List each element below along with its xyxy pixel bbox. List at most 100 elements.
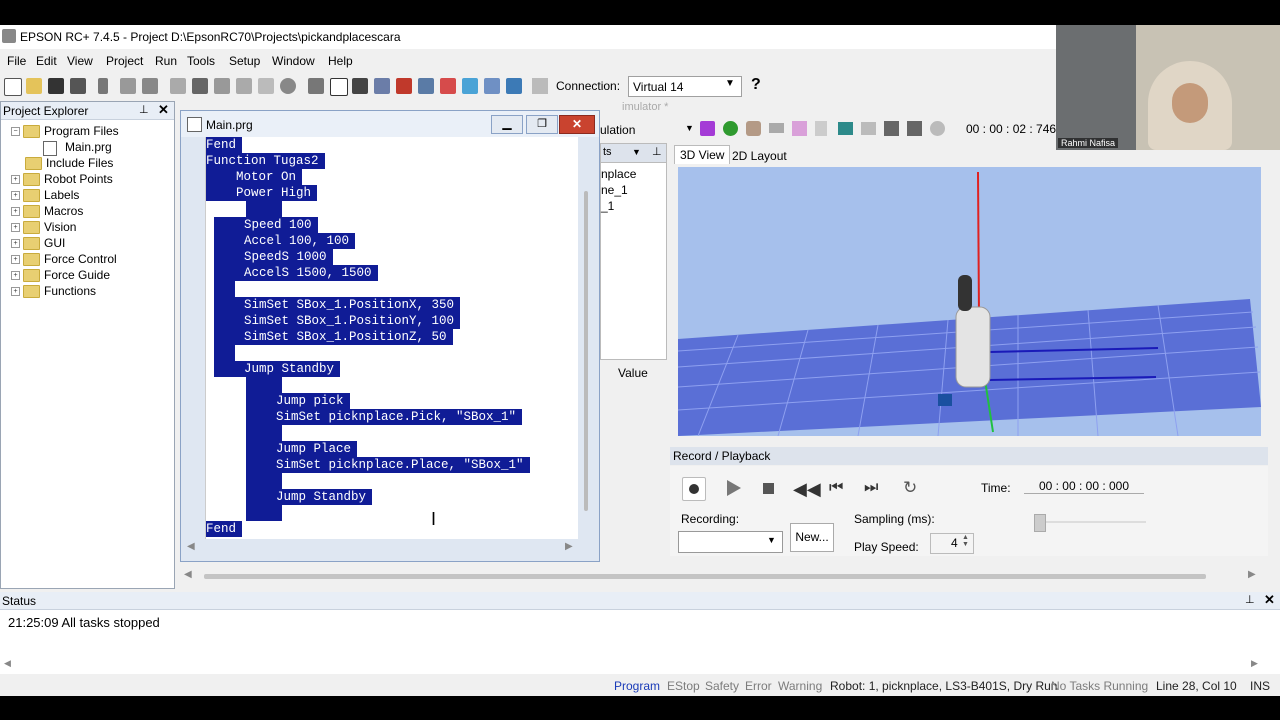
minimize-button[interactable]: ▁ [491,115,523,134]
pin-icon[interactable]: ⊥ [1245,593,1255,606]
vertical-scrollbar[interactable] [584,191,588,511]
open-folder-icon[interactable] [26,78,42,94]
robot-manager-icon[interactable] [374,78,390,94]
scroll-right-icon[interactable]: ▶ [1251,658,1258,669]
menu-help[interactable]: Help [328,54,353,68]
pin-icon[interactable]: ⊥ [139,103,149,116]
menu-setup[interactable]: Setup [229,54,260,68]
menu-project[interactable]: Project [106,54,143,68]
scroll-right-icon[interactable]: ▶ [1248,569,1256,580]
tab-3d-view[interactable]: 3D View [674,145,731,164]
tree-labels[interactable]: + Labels [11,188,79,204]
expand-icon[interactable]: + [11,239,20,249]
copy-icon[interactable] [120,78,136,94]
horizontal-scrollbar[interactable]: ◀ ▶ [187,541,587,553]
cube-icon[interactable] [700,121,715,136]
paste-icon[interactable] [142,78,158,94]
help-button[interactable]: ? [751,76,761,94]
new-file-icon[interactable] [4,78,22,96]
slider-thumb[interactable] [1034,514,1046,532]
expand-icon[interactable]: + [11,175,20,185]
tab-2d-layout[interactable]: 2D Layout [730,147,789,165]
close-icon[interactable]: ✕ [158,102,169,118]
tree-include-files[interactable]: Include Files [25,156,113,172]
connection-select[interactable]: Virtual 14 ▼ [628,76,742,97]
menu-tools[interactable]: Tools [187,54,215,68]
tree-gui[interactable]: + GUI [11,236,65,252]
skip-back-icon[interactable]: ⏮ [829,479,843,497]
scroll-left-icon[interactable]: ◀ [187,541,195,552]
workspace-scrollbar[interactable]: ◀ ▶ [180,569,1260,583]
run-window-icon[interactable] [330,78,348,96]
download-icon[interactable] [396,78,412,94]
cut-icon[interactable] [98,78,108,94]
sphere-icon[interactable] [723,121,738,136]
expand-icon[interactable]: + [11,223,20,233]
format-icon[interactable] [192,78,208,94]
plane-icon[interactable] [769,123,784,133]
object-item[interactable]: _1 [601,199,614,213]
menu-window[interactable]: Window [272,54,315,68]
indent-icon[interactable] [170,78,186,94]
build-icon[interactable] [308,78,324,94]
menu-edit[interactable]: Edit [36,54,57,68]
sort-icon[interactable] [236,78,252,94]
play-icon[interactable] [727,480,741,496]
record-button[interactable] [682,477,706,501]
robot-arm[interactable] [955,306,991,388]
view-icon[interactable] [907,121,922,136]
scroll-right-icon[interactable]: ▶ [565,541,573,552]
camera-icon[interactable] [838,122,853,135]
tree-macros[interactable]: + Macros [11,204,83,220]
expand-icon[interactable]: + [11,207,20,217]
tree-program-files[interactable]: − Program Files [11,124,119,140]
recording-select[interactable]: ▼ [678,531,783,553]
sampling-slider[interactable] [1034,514,1146,532]
tree-functions[interactable]: + Functions [11,284,96,300]
chevron-down-icon[interactable]: ▼ [685,123,694,133]
stop-icon[interactable] [280,78,296,94]
menu-run[interactable]: Run [155,54,177,68]
stop-icon[interactable] [763,483,774,494]
object-item[interactable]: ne_1 [601,183,628,197]
collapse-icon[interactable]: − [11,127,20,137]
loop-icon[interactable]: ↻ [903,478,917,498]
chevron-down-icon[interactable]: ▼ [632,147,641,157]
new-recording-button[interactable]: New... [790,523,834,552]
simulator-icon[interactable] [484,78,500,94]
rewind-icon[interactable]: ◀◀ [793,479,821,500]
close-icon[interactable]: ✕ [1264,592,1275,608]
code-editor[interactable]: Fend Function Tugas2 Motor On Power High… [205,137,578,539]
object-item[interactable]: nplace [601,167,636,181]
save-all-icon[interactable] [48,78,64,94]
cylinder-icon[interactable] [746,121,761,136]
gui-builder-icon[interactable] [440,78,456,94]
scroll-left-icon[interactable]: ◀ [4,658,11,669]
vision-icon[interactable] [418,78,434,94]
io-monitor-icon[interactable] [352,78,368,94]
expand-icon[interactable]: + [11,287,20,297]
tree-main-prg[interactable]: Main.prg [43,140,112,156]
layout-icon[interactable] [792,121,807,136]
expand-icon[interactable]: + [11,191,20,201]
tree-force-control[interactable]: + Force Control [11,252,117,268]
tree-force-guide[interactable]: + Force Guide [11,268,110,284]
tree-robot-points[interactable]: + Robot Points [11,172,113,188]
menu-file[interactable]: File [7,54,26,68]
maximize-button[interactable]: ❐ [526,115,558,134]
tree-vision[interactable]: + Vision [11,220,76,236]
expand-icon[interactable]: + [11,255,20,265]
gear-icon[interactable] [930,121,945,136]
skip-forward-icon[interactable]: ⏭ [864,479,878,497]
close-button[interactable]: ✕ [559,115,595,134]
3d-viewport[interactable] [677,167,1261,437]
sbox-object[interactable] [938,394,952,406]
hand-icon[interactable] [815,121,827,136]
expand-icon[interactable]: + [11,271,20,281]
scroll-left-icon[interactable]: ◀ [184,569,192,580]
scroll-thumb[interactable] [204,574,1206,579]
camera-icon[interactable] [506,78,522,94]
play-speed-stepper[interactable]: 4 ▲ ▼ [930,533,974,554]
menu-view[interactable]: View [67,54,93,68]
force-icon[interactable] [462,78,478,94]
